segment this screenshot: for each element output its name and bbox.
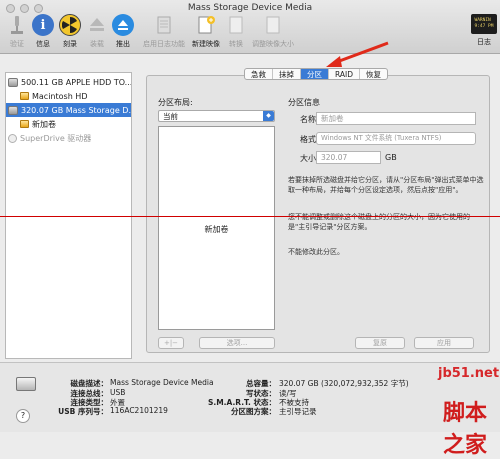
mbr-warning: 您不能调整或删除这个磁盘上的分区的大小，因为它使用的是"主引导记录"分区方案。 [288, 213, 470, 231]
external-disk-icon [16, 377, 36, 391]
enable-journaling-button[interactable]: 启用日志功能 [142, 14, 186, 49]
annotation-arrow [326, 41, 389, 67]
options-button[interactable]: 选项... [199, 337, 275, 349]
volume-icon [20, 92, 29, 100]
sidebar-item-apple-hdd[interactable]: 500.11 GB APPLE HDD TO... [6, 75, 131, 89]
size-unit: GB [385, 153, 397, 162]
watermark-url: jb51.net [438, 366, 500, 381]
convert-icon [225, 14, 247, 36]
layout-select[interactable]: 当前 ◆ [158, 110, 275, 122]
sidebar-item-superdrive[interactable]: SuperDrive 驱动器 [6, 131, 131, 145]
eject-button[interactable]: 推出 [103, 14, 143, 49]
partition-instructions: 若要抹掉所选磁盘并给它分区，请从"分区布局"弹出式菜单中选取一种布局，并给每个分… [288, 176, 484, 194]
partition-scheme-value: 主引导记录 [279, 407, 317, 416]
journal-icon [153, 14, 175, 36]
watermark-logo-text: 脚本之家 [443, 401, 488, 458]
tab-first-aid[interactable]: 急救 [245, 69, 273, 79]
disk-utility-window: Mass Storage Device Media 验证 i 信息 刻录 装载 … [0, 0, 500, 458]
new-image-icon [195, 14, 217, 36]
sidebar-item-macintosh-hd[interactable]: Macintosh HD [6, 89, 131, 103]
add-remove-partition-button[interactable]: +|− [158, 337, 184, 349]
volume-icon [20, 120, 29, 128]
hard-disk-icon [8, 77, 18, 87]
external-disk-icon [8, 105, 18, 115]
info-title: 分区信息 [288, 98, 320, 107]
name-field[interactable]: 新加卷 [316, 112, 476, 125]
format-select[interactable]: Windows NT 文件系统 (Tuxera NTFS) [316, 132, 476, 145]
apply-button[interactable]: 应用 [414, 337, 474, 349]
optical-drive-icon [8, 133, 17, 143]
disk-desc-value: Mass Storage Device Media [110, 378, 214, 387]
tab-partition[interactable]: 分区 [301, 69, 329, 79]
cannot-modify-note: 不能修改此分区。 [288, 248, 344, 256]
revert-button[interactable]: 复原 [355, 337, 405, 349]
resize-image-button[interactable]: 调整映像大小 [250, 14, 296, 49]
help-button[interactable]: ? [16, 409, 30, 423]
partition-layout-area[interactable]: 新加卷 [158, 126, 275, 330]
log-button[interactable]: WARNIN 9:47 PM 日志 [468, 14, 500, 47]
conn-bus-value: USB [110, 388, 126, 397]
layout-title: 分区布局: [158, 98, 193, 107]
sidebar-item-new-volume[interactable]: 新加卷 [6, 117, 131, 131]
sidebar-item-mass-storage[interactable]: 320.07 GB Mass Storage D... [6, 103, 131, 117]
window-title: Mass Storage Device Media [187, 3, 313, 13]
tab-raid[interactable]: RAID [329, 69, 361, 79]
size-field[interactable]: 320.07 [316, 151, 381, 164]
tab-erase[interactable]: 抹掉 [273, 69, 301, 79]
annotation-line [0, 216, 500, 217]
partition-volume-label: 新加卷 [204, 225, 229, 234]
chevron-updown-icon: ◆ [263, 111, 274, 121]
resize-image-icon [262, 14, 284, 36]
disk-info-footer: ? 磁盘描述： Mass Storage Device Media 连接总线： … [0, 362, 500, 432]
capacity-value: 320.07 GB (320,072,932,352 字节) [279, 379, 409, 388]
eject-icon [112, 14, 134, 36]
log-icon: WARNIN 9:47 PM [471, 14, 497, 34]
usb-serial-value: 116AC2101219 [110, 406, 168, 415]
toolbar: Mass Storage Device Media 验证 i 信息 刻录 装载 … [0, 0, 500, 54]
tab-restore[interactable]: 恢复 [360, 69, 387, 79]
